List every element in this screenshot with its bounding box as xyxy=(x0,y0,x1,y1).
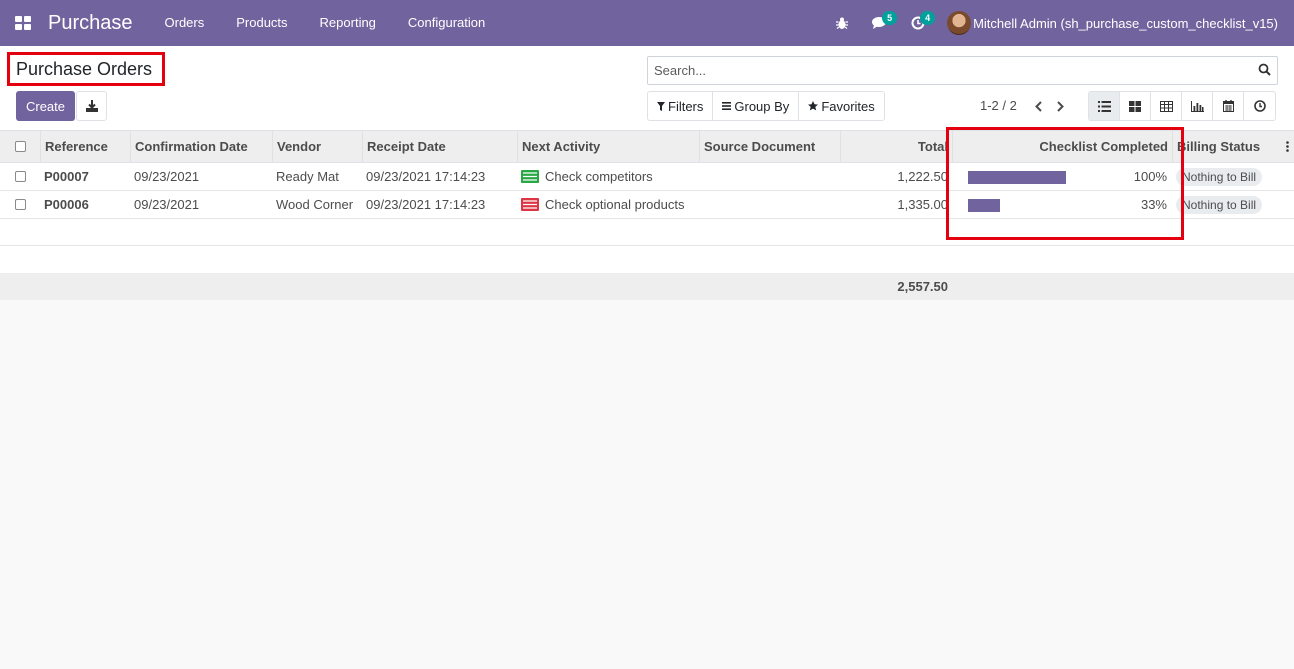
filters-button[interactable]: Filters xyxy=(648,92,714,120)
graph-view-icon[interactable] xyxy=(1182,92,1213,120)
app-brand[interactable]: Purchase xyxy=(48,12,133,35)
select-all-checkbox[interactable] xyxy=(14,141,26,152)
cell-confirmation-date: 09/23/2021 xyxy=(134,197,200,212)
bars-icon xyxy=(722,102,732,110)
search-options: Filters Group By Favorites xyxy=(647,91,885,121)
menu-reporting[interactable]: Reporting xyxy=(304,0,392,46)
column-next-activity[interactable]: Next Activity xyxy=(517,131,699,162)
cell-reference: P00007 xyxy=(44,169,89,184)
cell-billing-status: Nothing to Bill xyxy=(1172,163,1280,190)
download-button[interactable] xyxy=(76,91,107,121)
checklist-column-highlight-box xyxy=(946,127,1184,240)
kanban-view-icon[interactable] xyxy=(1120,92,1151,120)
filter-icon xyxy=(657,101,665,111)
view-switcher xyxy=(1088,91,1276,121)
title-highlight-box xyxy=(7,52,165,86)
select-all-checkbox-cell[interactable] xyxy=(0,131,40,162)
favorites-label: Favorites xyxy=(821,98,875,114)
column-reference[interactable]: Reference xyxy=(40,131,130,162)
cell-reference: P00006 xyxy=(44,197,89,212)
menu-orders[interactable]: Orders xyxy=(149,0,221,46)
footer-total: 2,557.50 xyxy=(897,279,948,294)
top-navbar: Purchase Orders Products Reporting Confi… xyxy=(0,0,1294,46)
cell-receipt-date: 09/23/2021 17:14:23 xyxy=(366,169,486,184)
group-by-label: Group By xyxy=(734,98,790,114)
cell-next-activity[interactable]: Check competitors xyxy=(517,163,699,190)
cell-source-document xyxy=(699,163,840,190)
filters-label: Filters xyxy=(668,98,704,114)
messages-count-badge: 5 xyxy=(882,11,898,25)
activities-clock-icon[interactable]: 4 xyxy=(899,0,937,46)
cell-source-document xyxy=(699,191,840,218)
cell-confirmation-date: 09/23/2021 xyxy=(134,169,200,184)
activity-green-icon[interactable] xyxy=(521,170,539,183)
cell-receipt-date: 09/23/2021 17:14:23 xyxy=(366,197,486,212)
column-source-document[interactable]: Source Document xyxy=(699,131,840,162)
row-checkbox-cell[interactable] xyxy=(0,163,40,190)
empty-row xyxy=(0,246,1294,273)
user-name: Mitchell Admin (sh_purchase_custom_check… xyxy=(973,15,1278,31)
menu-products[interactable]: Products xyxy=(220,0,303,46)
cell-total: 1,222.50 xyxy=(897,169,948,184)
cell-total: 1,335.00 xyxy=(897,197,948,212)
create-button[interactable]: Create xyxy=(16,91,75,121)
pivot-view-icon[interactable] xyxy=(1151,92,1182,120)
row-checkbox-cell[interactable] xyxy=(0,191,40,218)
activity-view-icon[interactable] xyxy=(1244,92,1275,120)
calendar-view-icon[interactable] xyxy=(1213,92,1244,120)
column-confirmation-date[interactable]: Confirmation Date xyxy=(130,131,272,162)
pager-next-icon[interactable] xyxy=(1053,98,1067,114)
download-icon xyxy=(85,100,98,112)
column-total[interactable]: Total xyxy=(840,131,952,162)
pager-value[interactable]: 1-2 / 2 xyxy=(980,98,1017,113)
column-vendor[interactable]: Vendor xyxy=(272,131,362,162)
search-box xyxy=(647,56,1278,85)
control-panel: Purchase Orders Create Filters Group By … xyxy=(0,46,1294,131)
user-menu[interactable]: Mitchell Admin (sh_purchase_custom_check… xyxy=(947,11,1294,35)
list-view-icon[interactable] xyxy=(1089,92,1120,120)
group-by-button[interactable]: Group By xyxy=(713,92,800,120)
star-icon xyxy=(808,101,819,111)
search-input[interactable] xyxy=(648,57,1248,84)
activities-count-badge: 4 xyxy=(920,11,936,25)
menu-configuration[interactable]: Configuration xyxy=(392,0,501,46)
table-footer: 2,557.50 xyxy=(0,273,1294,300)
cell-next-activity[interactable]: Check optional products xyxy=(517,191,699,218)
column-billing-status[interactable]: Billing Status xyxy=(1172,131,1280,162)
activity-red-icon[interactable] xyxy=(521,198,539,211)
pager-previous-icon[interactable] xyxy=(1031,98,1045,114)
favorites-button[interactable]: Favorites xyxy=(799,92,883,120)
cell-vendor: Wood Corner xyxy=(276,197,354,212)
next-activity-text: Check competitors xyxy=(545,169,653,184)
row-checkbox[interactable] xyxy=(14,199,26,210)
cell-vendor: Ready Mat xyxy=(276,169,339,184)
avatar xyxy=(947,11,972,35)
optional-columns-kebab-icon[interactable] xyxy=(1280,131,1294,162)
debug-bug-icon[interactable] xyxy=(823,0,861,46)
search-icon[interactable] xyxy=(1258,63,1271,79)
column-receipt-date[interactable]: Receipt Date xyxy=(362,131,517,162)
cell-billing-status: Nothing to Bill xyxy=(1172,191,1280,218)
status-badge: Nothing to Bill xyxy=(1176,167,1263,186)
apps-menu-icon[interactable] xyxy=(0,0,46,46)
row-checkbox[interactable] xyxy=(14,171,26,182)
next-activity-text: Check optional products xyxy=(545,197,685,212)
messages-icon[interactable]: 5 xyxy=(861,0,899,46)
status-badge: Nothing to Bill xyxy=(1176,195,1263,214)
